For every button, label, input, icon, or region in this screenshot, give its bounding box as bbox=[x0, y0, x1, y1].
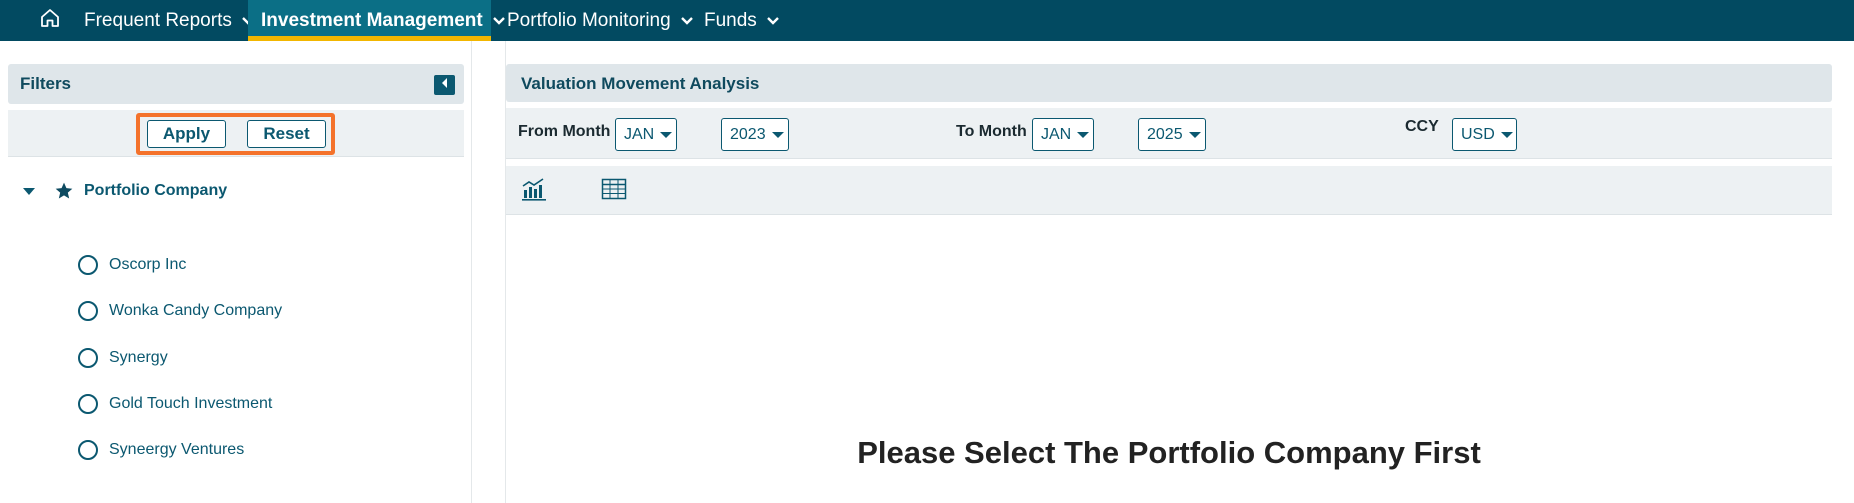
radio-button[interactable] bbox=[78, 394, 98, 414]
tree-root-label[interactable]: Portfolio Company bbox=[84, 182, 227, 200]
caret-left-icon bbox=[440, 76, 450, 94]
list-item-synergy[interactable]: Synergy bbox=[78, 346, 168, 370]
valuation-panel: Valuation Movement Analysis From Month J… bbox=[505, 41, 1832, 503]
home-button[interactable] bbox=[32, 0, 68, 41]
empty-state-message: Please Select The Portfolio Company Firs… bbox=[857, 435, 1481, 470]
nav-frequent-reports[interactable]: Frequent Reports bbox=[84, 0, 255, 41]
caret-down-icon bbox=[660, 131, 673, 138]
chevron-down-icon bbox=[766, 16, 780, 26]
reset-button[interactable]: Reset bbox=[247, 120, 326, 148]
nav-label: Funds bbox=[704, 9, 757, 31]
caret-down-icon[interactable] bbox=[18, 181, 40, 201]
list-item-label: Syneergy Ventures bbox=[109, 441, 245, 458]
chart-view-button[interactable] bbox=[520, 177, 548, 206]
chevron-down-icon bbox=[680, 16, 694, 26]
table-view-button[interactable] bbox=[600, 178, 628, 204]
star-icon bbox=[52, 180, 76, 202]
filters-title: Filters bbox=[20, 74, 72, 93]
list-item-label: Synergy bbox=[109, 349, 168, 366]
filters-actions-bar: Apply Reset bbox=[8, 110, 464, 157]
panel-title: Valuation Movement Analysis bbox=[521, 74, 760, 93]
caret-down-icon bbox=[1077, 131, 1090, 138]
list-item-oscorp-inc[interactable]: Oscorp Inc bbox=[78, 253, 186, 277]
radio-button[interactable] bbox=[78, 348, 98, 368]
list-item-label: Gold Touch Investment bbox=[109, 395, 273, 412]
apply-button[interactable]: Apply bbox=[147, 120, 226, 148]
from-year-select[interactable]: 2023 bbox=[721, 118, 789, 151]
nav-funds[interactable]: Funds bbox=[704, 0, 780, 41]
list-item-syneergy-ventures[interactable]: Syneergy Ventures bbox=[78, 438, 244, 462]
table-icon bbox=[601, 178, 627, 205]
select-value: USD bbox=[1461, 125, 1495, 143]
to-month-select[interactable]: JAN bbox=[1032, 118, 1094, 151]
select-value: JAN bbox=[624, 125, 655, 143]
list-item-gold-touch-investment[interactable]: Gold Touch Investment bbox=[78, 392, 272, 416]
radio-button[interactable] bbox=[78, 440, 98, 460]
from-month-label: From Month bbox=[518, 123, 611, 140]
ccy-label: CCY bbox=[1405, 118, 1439, 135]
nav-label: Portfolio Monitoring bbox=[507, 9, 671, 31]
caret-down-icon bbox=[771, 131, 784, 138]
tree-root-portfolio-company: Portfolio Company bbox=[18, 179, 227, 203]
caret-down-icon bbox=[1500, 131, 1513, 138]
view-toggle-bar bbox=[506, 166, 1832, 215]
top-navigation: Frequent Reports Investment Management P… bbox=[0, 0, 1854, 41]
filters-header: Filters bbox=[8, 64, 464, 104]
nav-label: Investment Management bbox=[261, 9, 483, 31]
caret-down-icon bbox=[1188, 131, 1201, 138]
to-month-label: To Month bbox=[956, 123, 1027, 140]
nav-portfolio-monitoring[interactable]: Portfolio Monitoring bbox=[507, 0, 694, 41]
parameters-bar: From Month JAN 2023 To Month JAN 2025 CC… bbox=[506, 108, 1832, 159]
chevron-down-icon bbox=[492, 16, 506, 26]
list-item-wonka-candy-company[interactable]: Wonka Candy Company bbox=[78, 299, 282, 323]
currency-select[interactable]: USD bbox=[1452, 118, 1517, 151]
nav-label: Frequent Reports bbox=[84, 9, 232, 31]
from-month-select[interactable]: JAN bbox=[615, 118, 677, 151]
panel-header: Valuation Movement Analysis bbox=[506, 64, 1832, 102]
radio-button[interactable] bbox=[78, 301, 98, 321]
to-year-select[interactable]: 2025 bbox=[1138, 118, 1206, 151]
select-value: 2023 bbox=[730, 125, 766, 143]
home-icon bbox=[39, 7, 61, 34]
list-item-label: Oscorp Inc bbox=[109, 256, 187, 273]
radio-button[interactable] bbox=[78, 255, 98, 275]
chart-icon bbox=[521, 177, 547, 206]
filters-panel: Filters Apply Reset Portfolio Company Os… bbox=[8, 41, 472, 503]
collapse-panel-button[interactable] bbox=[434, 75, 455, 95]
list-item-label: Wonka Candy Company bbox=[109, 302, 283, 319]
select-value: 2025 bbox=[1147, 125, 1183, 143]
nav-investment-management[interactable]: Investment Management bbox=[248, 0, 505, 41]
select-value: JAN bbox=[1041, 125, 1072, 143]
